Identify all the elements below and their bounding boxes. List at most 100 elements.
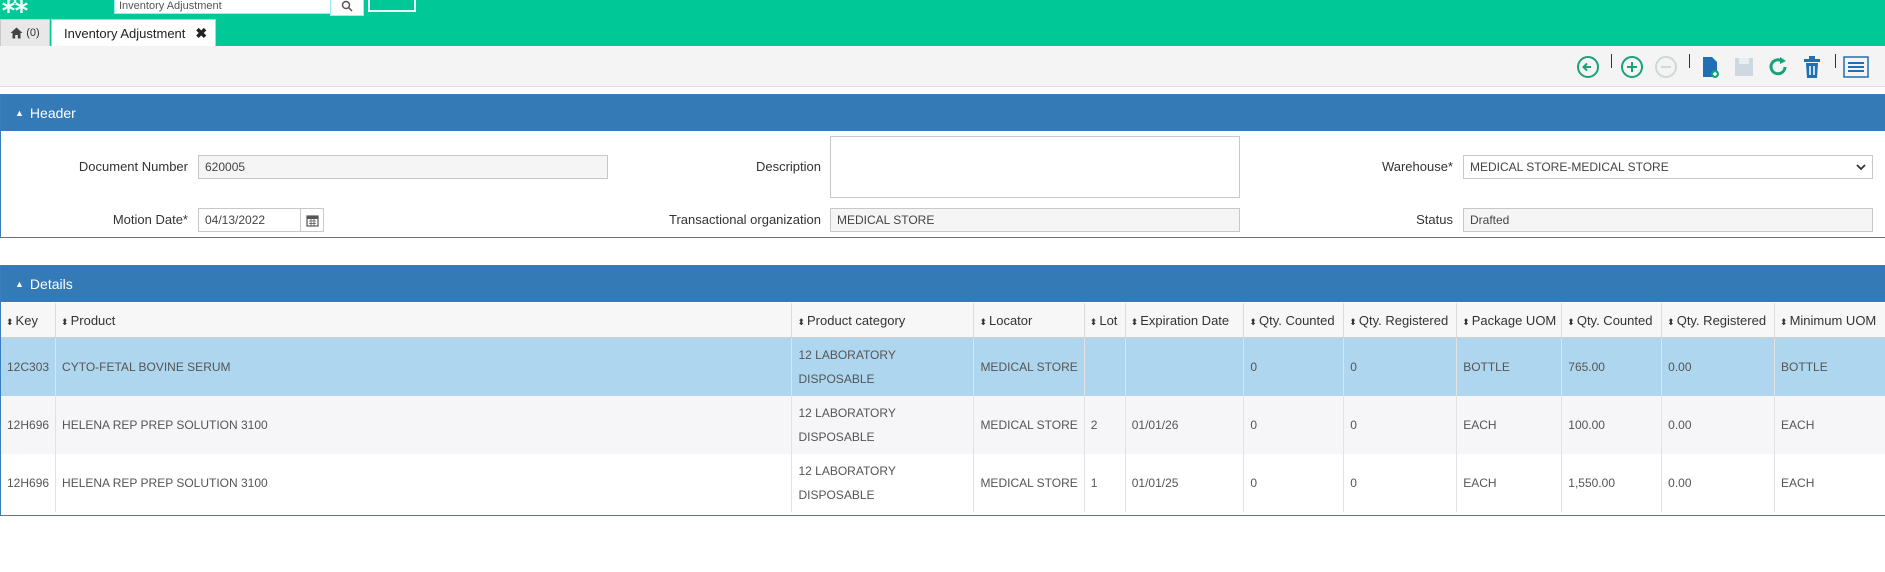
cell-product: CYTO-FETAL BOVINE SERUM [55, 337, 793, 396]
column-header-qty-registered[interactable]: ⬍ Qty. Registered [1343, 303, 1458, 338]
cell-qty-counted: 0 [1243, 395, 1345, 454]
cell-locator: MEDICAL STORE [973, 395, 1085, 454]
column-header-product-category[interactable]: ⬍ Product category [791, 303, 975, 338]
tab-bar: (0) Inventory Adjustment ✖ [0, 19, 1885, 47]
cell-minimum-uom: BOTTLE [1774, 337, 1885, 396]
column-header-lot[interactable]: ⬍ Lot [1084, 303, 1126, 338]
sort-icon: ⬍ [1089, 316, 1098, 327]
cell-lot: 2 [1084, 395, 1126, 454]
home-icon [10, 27, 23, 39]
cell-qty-counted-2: 100.00 [1561, 395, 1663, 454]
add-icon[interactable] [1619, 54, 1645, 80]
calendar-button[interactable] [300, 208, 324, 232]
sort-icon: ⬍ [1130, 316, 1139, 327]
status-field[interactable]: Drafted [1463, 208, 1873, 232]
menu-grid-button[interactable] [368, 0, 416, 12]
cell-minimum-uom: EACH [1774, 453, 1885, 512]
sort-icon: ⬍ [61, 316, 69, 327]
cell-qty-registered: 0 [1343, 453, 1458, 512]
column-header-product[interactable]: ⬍ Product [55, 303, 793, 338]
column-header-expiration-date[interactable]: ⬍ Expiration Date [1125, 303, 1245, 338]
header-panel-title[interactable]: ▲ Header [1, 95, 1885, 131]
cell-lot [1084, 337, 1126, 396]
column-header-qty-counted-2[interactable]: ⬍ Qty. Counted [1561, 303, 1663, 338]
warehouse-selected-value: MEDICAL STORE-MEDICAL STORE [1470, 160, 1669, 174]
header-title-text: Header [29, 105, 76, 121]
refresh-icon[interactable] [1765, 54, 1791, 80]
sort-icon: ⬍ [979, 316, 987, 327]
header-panel: ▲ Header Document Number 620005 Descript… [0, 94, 1885, 238]
search-icon [341, 0, 353, 12]
cell-product: HELENA REP PREP SOLUTION 3100 [55, 453, 793, 512]
cell-lot: 1 [1084, 453, 1126, 512]
cell-expiration-date: 01/01/25 [1125, 453, 1245, 512]
cell-locator: MEDICAL STORE [973, 453, 1085, 512]
tab-label: Inventory Adjustment [64, 26, 186, 41]
cell-product: HELENA REP PREP SOLUTION 3100 [55, 395, 793, 454]
warehouse-label: Warehouse* [1381, 159, 1453, 174]
sort-icon: ⬍ [797, 316, 806, 327]
transactional-org-label: Transactional organization [669, 212, 821, 227]
cell-qty-counted: 0 [1243, 453, 1345, 512]
document-number-field[interactable]: 620005 [198, 155, 608, 179]
sort-icon: ⬍ [1780, 316, 1788, 327]
search-input[interactable] [115, 0, 323, 13]
column-header-locator[interactable]: ⬍ Locator [973, 303, 1085, 338]
details-table: ⬍ Key ⬍ Product ⬍ Product category ⬍ Locator… [1, 303, 1885, 512]
details-panel-title[interactable]: ▲ Details [1, 266, 1885, 302]
close-icon[interactable]: ✖ [195, 25, 207, 42]
column-header-qty-counted[interactable]: ⬍ Qty. Counted [1243, 303, 1345, 338]
description-label: Description [755, 159, 821, 174]
save-icon[interactable] [1731, 54, 1757, 80]
table-row[interactable]: 12C303 CYTO-FETAL BOVINE SERUM 12 LABORA… [1, 337, 1885, 396]
table-row[interactable]: 12H696 HELENA REP PREP SOLUTION 3100 12 … [1, 395, 1885, 454]
cell-expiration-date: 01/01/26 [1125, 395, 1245, 454]
search-button[interactable] [330, 0, 364, 16]
tab-inventory-adjustment[interactable]: Inventory Adjustment ✖ [51, 19, 217, 47]
chevron-down-icon [1856, 164, 1866, 171]
delete-icon[interactable] [1799, 54, 1825, 80]
motion-date-field[interactable]: 04/13/2022 [198, 208, 300, 232]
document-number-label: Document Number [78, 159, 188, 174]
cell-qty-registered-2: 0.00 [1661, 395, 1776, 454]
cell-product-category: 12 LABORATORY DISPOSABLE [791, 337, 975, 396]
new-document-icon[interactable] [1697, 54, 1723, 80]
status-label: Status [1416, 212, 1453, 227]
transactional-org-field[interactable]: MEDICAL STORE [830, 208, 1240, 232]
cell-key: 12C303 [1, 337, 57, 396]
motion-date-label: Motion Date* [112, 212, 188, 227]
cell-locator: MEDICAL STORE [973, 337, 1085, 396]
toolbar-separator [1835, 54, 1836, 68]
sort-icon: ⬍ [1349, 316, 1357, 327]
column-header-minimum-uom[interactable]: ⬍ Minimum UOM [1774, 303, 1885, 338]
sort-icon: ⬍ [6, 316, 14, 327]
tab-home[interactable]: (0) [0, 19, 50, 47]
column-header-key[interactable]: ⬍ Key [1, 303, 57, 338]
cell-minimum-uom: EACH [1774, 395, 1885, 454]
warehouse-select[interactable]: MEDICAL STORE-MEDICAL STORE [1463, 155, 1873, 179]
calendar-icon [305, 214, 319, 227]
cell-qty-registered-2: 0.00 [1661, 453, 1776, 512]
cell-qty-counted-2: 1,550.00 [1561, 453, 1663, 512]
cell-product-category: 12 LABORATORY DISPOSABLE [791, 395, 975, 454]
cell-qty-counted: 0 [1243, 337, 1345, 396]
list-view-icon[interactable] [1843, 54, 1869, 80]
cell-key: 12H696 [1, 395, 57, 454]
column-header-qty-registered-2[interactable]: ⬍ Qty. Registered [1661, 303, 1776, 338]
table-row[interactable]: 12H696 HELENA REP PREP SOLUTION 3100 12 … [1, 453, 1885, 512]
collapse-icon: ▲ [15, 279, 24, 289]
cell-package-uom: EACH [1456, 453, 1563, 512]
search-field[interactable] [114, 0, 332, 14]
cell-product-category: 12 LABORATORY DISPOSABLE [791, 453, 975, 512]
remove-icon[interactable] [1653, 54, 1679, 80]
cell-key: 12H696 [1, 453, 57, 512]
back-icon[interactable] [1575, 54, 1601, 80]
cell-qty-registered-2: 0.00 [1661, 337, 1776, 396]
home-tab-count: (0) [26, 27, 40, 39]
description-textarea[interactable] [830, 136, 1240, 198]
details-panel: ▲ Details ⬍ Key ⬍ Product ⬍ Product categor… [0, 265, 1885, 516]
sort-icon: ⬍ [1462, 316, 1470, 327]
toolbar [0, 46, 1885, 87]
cell-qty-counted-2: 765.00 [1561, 337, 1663, 396]
column-header-package-uom[interactable]: ⬍ Package UOM [1456, 303, 1563, 338]
